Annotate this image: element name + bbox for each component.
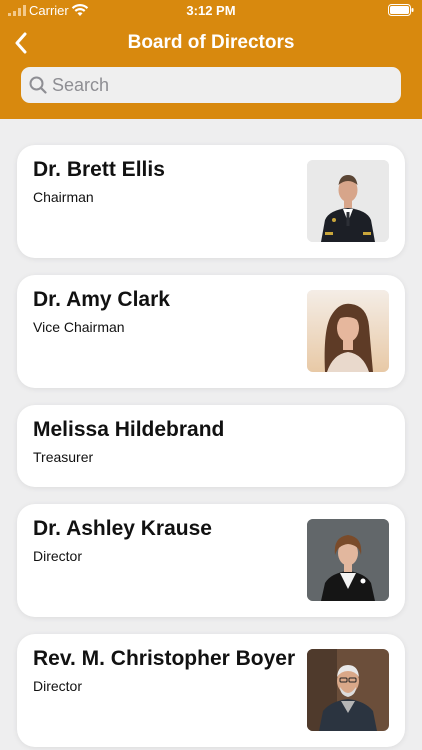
search-input[interactable] (52, 67, 392, 103)
battery-icon (388, 4, 414, 16)
search-icon (29, 76, 47, 94)
director-card[interactable]: Dr. Ashley Krause Director (17, 504, 405, 617)
director-name: Melissa Hildebrand (33, 418, 225, 441)
director-name: Rev. M. Christopher Boyer (33, 647, 296, 670)
director-photo (307, 290, 389, 372)
director-photo (307, 519, 389, 601)
director-card[interactable]: Dr. Amy Clark Vice Chairman (17, 275, 405, 388)
director-card[interactable]: Dr. Brett Ellis Chairman (17, 145, 405, 258)
director-photo (307, 649, 389, 731)
director-name: Dr. Brett Ellis (33, 158, 165, 181)
director-role: Treasurer (33, 449, 94, 465)
director-role: Vice Chairman (33, 319, 125, 335)
nav-header: Carrier 3:12 PM Board of Directors (0, 0, 422, 119)
director-role: Director (33, 548, 83, 564)
page-title: Board of Directors (127, 32, 295, 53)
search-bar[interactable] (21, 67, 401, 103)
clock-time: 3:12 PM (186, 3, 236, 18)
director-card[interactable]: Rev. M. Christopher Boyer Director (17, 634, 405, 747)
director-role: Chairman (33, 189, 94, 205)
status-bar: Carrier 3:12 PM (0, 0, 422, 22)
director-photo (307, 160, 389, 242)
director-card[interactable]: Melissa Hildebrand Treasurer (17, 405, 405, 487)
director-name: Dr. Amy Clark (33, 288, 170, 311)
director-role: Director (33, 678, 83, 694)
director-name: Dr. Ashley Krause (33, 517, 212, 540)
